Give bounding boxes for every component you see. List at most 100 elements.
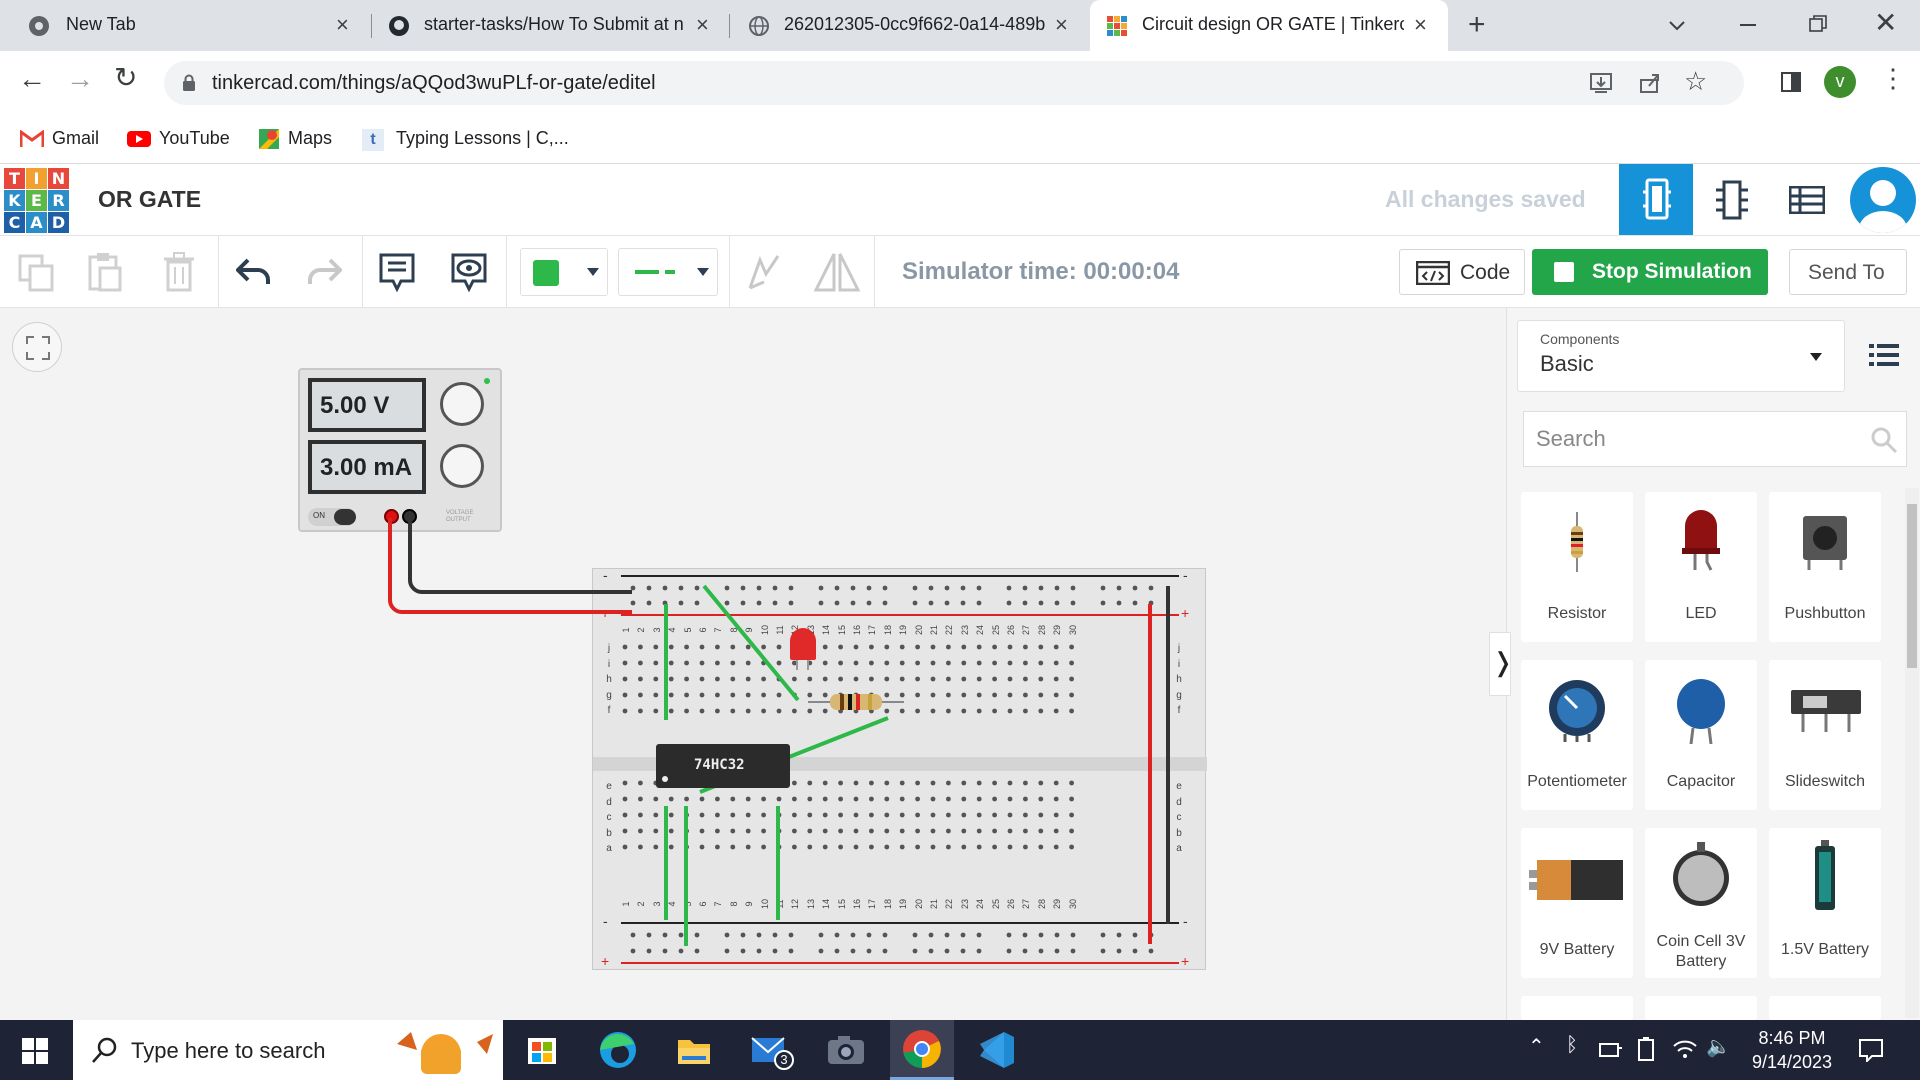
forward-icon[interactable]: →: [66, 63, 94, 95]
reload-icon[interactable]: ↻: [114, 61, 137, 94]
red-led[interactable]: [790, 628, 816, 670]
restore-icon[interactable]: [1808, 14, 1828, 34]
notification-icon[interactable]: [1858, 1038, 1884, 1062]
component-label: Pushbutton: [1784, 605, 1866, 622]
resistor-band: [868, 694, 872, 710]
taskbar-file-explorer[interactable]: [672, 1028, 716, 1072]
close-icon[interactable]: ×: [696, 12, 709, 38]
profile-avatar[interactable]: v: [1824, 66, 1856, 98]
search-icon: [92, 1037, 117, 1063]
taskbar-chrome[interactable]: [890, 1020, 954, 1080]
bluetooth-icon[interactable]: ᛒ: [1566, 1034, 1578, 1057]
windows-start-icon[interactable]: [22, 1038, 48, 1064]
user-avatar[interactable]: [1850, 167, 1916, 233]
code-icon: [1416, 261, 1450, 285]
component-card-potentiometer[interactable]: Potentiometer: [1521, 660, 1633, 810]
circuit-view-button[interactable]: [1619, 164, 1693, 235]
components-dropdown[interactable]: Components Basic: [1517, 320, 1845, 392]
back-icon[interactable]: ←: [18, 63, 46, 95]
list-view-icon[interactable]: [1869, 342, 1899, 368]
chevron-down-icon[interactable]: [1668, 16, 1686, 34]
components-value: Basic: [1540, 351, 1594, 376]
wire-type-dropdown[interactable]: [618, 248, 718, 296]
component-card-9v-battery[interactable]: 9V Battery: [1521, 828, 1633, 978]
component-card-coin-cell[interactable]: Coin Cell 3V Battery: [1645, 828, 1757, 978]
component-card-next[interactable]: [1521, 996, 1633, 1020]
circuit-workspace[interactable]: 5.00 V 3.00 mA ON VOLTAGE OUTPUT - + - +…: [0, 308, 1506, 1020]
taskbar-store[interactable]: [520, 1028, 564, 1072]
stop-simulation-button[interactable]: Stop Simulation: [1532, 249, 1768, 295]
bookmark-maps[interactable]: Maps: [258, 128, 332, 150]
stop-simulation-label: Stop Simulation: [1592, 260, 1752, 283]
logo-letter: N: [48, 168, 69, 189]
wifi-icon[interactable]: [1672, 1036, 1698, 1060]
bookmark-gmail[interactable]: Gmail: [19, 128, 99, 149]
taskbar-camera[interactable]: [824, 1028, 868, 1072]
window-close-icon[interactable]: ✕: [1874, 6, 1897, 39]
trash-icon[interactable]: [162, 252, 196, 292]
component-list-view-button[interactable]: [1769, 164, 1843, 235]
component-card-pushbutton[interactable]: Pushbutton: [1769, 492, 1881, 642]
taskbar-mail[interactable]: 3: [748, 1028, 794, 1072]
bookmark-label: YouTube: [159, 128, 230, 148]
component-search-input[interactable]: Search: [1523, 411, 1907, 467]
ic-chip-74hc32[interactable]: 74HC32: [656, 744, 790, 788]
notes-visibility-icon[interactable]: [450, 252, 488, 292]
component-card-led[interactable]: LED: [1645, 492, 1757, 642]
close-icon[interactable]: ×: [1414, 12, 1427, 38]
send-to-button[interactable]: Send To: [1789, 249, 1907, 295]
search-icon[interactable]: [1870, 426, 1898, 454]
chrome-icon: [903, 1030, 941, 1068]
taskbar-search-box[interactable]: Type here to search: [73, 1020, 503, 1080]
resistor-band: [856, 694, 860, 710]
taskbar-edge[interactable]: [596, 1028, 640, 1072]
redo-icon[interactable]: [306, 258, 342, 286]
url-text: tinkercad.com/things/aQQod3wuPLf-or-gate…: [212, 72, 656, 94]
rotate-icon[interactable]: [744, 252, 782, 292]
tab-image-link[interactable]: 262012305-0cc9f662-0a14-489b ×: [730, 0, 1088, 51]
component-card-capacitor[interactable]: Capacitor: [1645, 660, 1757, 810]
star-icon[interactable]: ☆: [1684, 66, 1707, 97]
bookmark-typing-lessons[interactable]: t Typing Lessons | C,...: [362, 128, 569, 151]
tab-new-tab[interactable]: New Tab ×: [0, 0, 370, 51]
taskbar-clock[interactable]: 8:46 PM 9/14/2023: [1742, 1026, 1842, 1074]
green-wire: [702, 584, 800, 702]
tab-tinkercad[interactable]: Circuit design OR GATE | Tinkerca ×: [1090, 0, 1448, 51]
taskbar-vscode[interactable]: [974, 1028, 1018, 1072]
tab-github[interactable]: starter-tasks/How To Submit at n ×: [372, 0, 728, 51]
panel-collapse-button[interactable]: ❭: [1489, 632, 1514, 696]
component-card-1-5v-battery[interactable]: 1.5V Battery: [1769, 828, 1881, 978]
undo-icon[interactable]: [236, 258, 272, 286]
design-title[interactable]: OR GATE: [98, 186, 201, 213]
flip-icon[interactable]: [814, 250, 860, 294]
notes-icon[interactable]: [378, 252, 416, 292]
code-button[interactable]: Code: [1399, 249, 1525, 295]
share-icon[interactable]: [1638, 71, 1662, 95]
copy-icon[interactable]: [18, 254, 56, 292]
resistor[interactable]: [808, 694, 904, 710]
bookmark-youtube[interactable]: YouTube: [127, 128, 230, 149]
pin1-marker: [662, 776, 668, 782]
install-icon[interactable]: [1589, 71, 1613, 95]
component-card-slideswitch[interactable]: Slideswitch: [1769, 660, 1881, 810]
close-icon[interactable]: ×: [1055, 12, 1068, 38]
more-menu-icon[interactable]: ⋮: [1880, 63, 1906, 94]
component-card-resistor[interactable]: Resistor: [1521, 492, 1633, 642]
close-icon[interactable]: ×: [336, 12, 349, 38]
schematic-view-button[interactable]: [1694, 164, 1768, 235]
wire-color-dropdown[interactable]: [520, 248, 608, 296]
panel-scrollbar[interactable]: [1905, 488, 1919, 1018]
volume-icon[interactable]: 🔈: [1706, 1034, 1731, 1059]
paste-icon[interactable]: [88, 252, 122, 292]
scrollbar-thumb[interactable]: [1907, 504, 1917, 668]
minimize-icon[interactable]: [1740, 24, 1756, 26]
chevron-up-icon[interactable]: ⌃: [1528, 1034, 1545, 1059]
side-panel-icon[interactable]: [1780, 71, 1802, 93]
power-plug-icon[interactable]: [1598, 1038, 1622, 1060]
new-tab-icon[interactable]: +: [1468, 8, 1486, 42]
component-card-next[interactable]: [1769, 996, 1881, 1020]
component-card-next[interactable]: [1645, 996, 1757, 1020]
battery-icon[interactable]: [1636, 1036, 1656, 1062]
tinkercad-logo[interactable]: T I N K E R C A D: [4, 168, 69, 233]
address-bar[interactable]: tinkercad.com/things/aQQod3wuPLf-or-gate…: [164, 61, 1744, 105]
